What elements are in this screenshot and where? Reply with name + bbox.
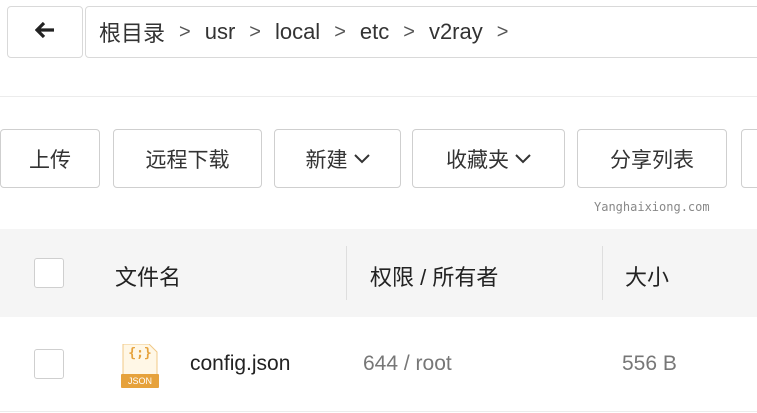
breadcrumb-item-v2ray[interactable]: v2ray [429, 19, 483, 45]
arrow-left-icon [34, 21, 55, 43]
breadcrumb-separator: > [403, 20, 415, 43]
new-label: 新建 [305, 148, 348, 172]
column-divider [346, 246, 347, 300]
breadcrumb: 根目录 > usr > local > etc > v2ray > [85, 6, 757, 58]
column-header-size[interactable]: 大小 [625, 260, 669, 292]
column-header-permission[interactable]: 权限 / 所有者 [370, 260, 498, 292]
more-button[interactable] [741, 129, 757, 188]
json-icon-label: JSON [127, 376, 152, 386]
breadcrumb-item-local[interactable]: local [275, 19, 320, 45]
chevron-down-icon [515, 153, 531, 164]
back-button[interactable] [7, 6, 83, 58]
share-list-button[interactable]: 分享列表 [577, 129, 727, 188]
column-header-name[interactable]: 文件名 [115, 260, 181, 292]
divider [0, 96, 757, 97]
upload-button[interactable]: 上传 [0, 129, 100, 188]
file-name[interactable]: config.json [190, 352, 290, 376]
breadcrumb-item-etc[interactable]: etc [360, 19, 389, 45]
breadcrumb-item-root[interactable]: 根目录 [99, 16, 165, 48]
breadcrumb-separator: > [496, 20, 509, 43]
column-divider [602, 246, 603, 300]
remote-download-label: 远程下载 [145, 148, 230, 172]
upload-label: 上传 [29, 148, 71, 172]
remote-download-button[interactable]: 远程下载 [113, 129, 262, 188]
breadcrumb-separator: > [179, 20, 191, 43]
divider [0, 411, 757, 412]
table-header: 文件名 权限 / 所有者 大小 [0, 229, 757, 317]
share-list-label: 分享列表 [610, 148, 694, 172]
breadcrumb-separator: > [249, 20, 261, 43]
favorites-dropdown-button[interactable]: 收藏夹 [412, 129, 565, 188]
toolbar: 上传 远程下载 新建 收藏夹 分享列表 [0, 129, 757, 189]
watermark-text: Yanghaixiong.com [594, 200, 710, 214]
row-checkbox[interactable] [34, 349, 64, 379]
breadcrumb-item-usr[interactable]: usr [205, 19, 236, 45]
json-icon-glyph: {;} [128, 346, 152, 361]
file-permission-owner[interactable]: 644 / root [363, 352, 452, 376]
file-size: 556 B [622, 352, 677, 375]
select-all-checkbox[interactable] [34, 258, 64, 288]
new-dropdown-button[interactable]: 新建 [274, 129, 401, 188]
breadcrumb-separator: > [334, 20, 346, 43]
favorites-label: 收藏夹 [446, 148, 509, 172]
chevron-down-icon [353, 153, 370, 164]
